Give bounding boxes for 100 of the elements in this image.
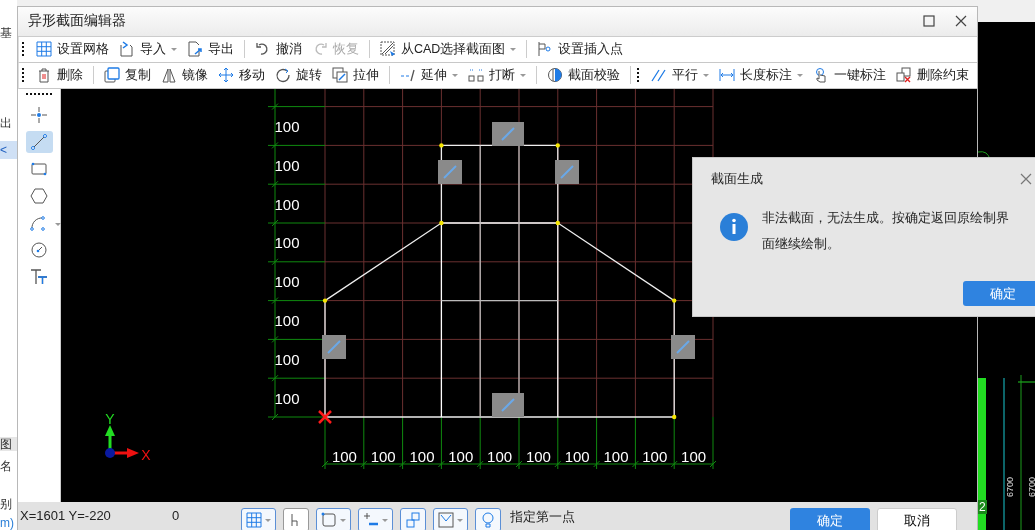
tool-button[interactable] [400,508,426,530]
dimension-label: 100 [487,447,513,465]
toolbar-button[interactable]: 镜像 [157,64,212,87]
dialog-title: 截面生成 [711,170,763,188]
tool-button[interactable] [316,508,351,530]
toolbar-button[interactable]: 旋转 [271,64,326,87]
toolbar-button[interactable]: 截面校验 [543,64,624,87]
vertex-point[interactable] [672,298,677,303]
caret-icon [797,73,803,77]
frame-check-icon [438,512,454,528]
cancel-button[interactable]: 取消 [877,508,957,530]
dimension-label: 100 [274,311,300,329]
dimension-label: 100 [331,447,357,465]
grid-icon [36,41,52,58]
caret-icon [457,518,463,522]
point-icon [30,105,48,124]
toggle-button[interactable] [283,508,309,530]
grip-handle[interactable] [637,68,641,83]
dimension-label: 100 [448,447,474,465]
hexagon-icon [30,186,48,205]
grip-handle[interactable] [22,42,26,57]
dimension-label: 100 [681,447,707,465]
constraint-marker[interactable] [322,334,346,359]
toolbar-button[interactable]: 撤消 [251,38,306,61]
vertex-point[interactable] [672,414,677,419]
info-icon [720,213,748,241]
caret-icon [382,518,388,522]
caret-icon [703,73,709,77]
vertex-point[interactable] [439,220,444,225]
toolbar-button[interactable]: 一键标注 [809,64,890,87]
plus-line-icon [363,512,379,528]
cut-off-label: 图 [0,437,17,451]
dashed-frame-icon [380,41,396,58]
parallel-lines-icon [651,67,667,84]
toolbar-button[interactable]: 从CAD选择截面图 [376,38,521,61]
toolbar-button[interactable]: 平行 [647,64,713,87]
bulb-icon [480,512,496,528]
caret-icon [510,47,517,51]
dimension-label: 100 [370,447,396,465]
tool-button[interactable] [475,508,501,530]
coordinates-text: X=1601 Y=-220 [20,508,112,523]
move-arrows-icon [218,67,234,84]
grip-handle[interactable] [26,92,52,97]
document-arrow-icon [119,41,135,58]
cut-off-label: 基 [0,26,13,40]
caret-icon [452,73,458,77]
toolbar-button[interactable]: 设置插入点 [533,38,628,61]
constraint-marker[interactable] [492,121,524,146]
stretch-icon [332,67,348,84]
toolbar-button[interactable]: 导出 [183,38,238,61]
toolbar-button[interactable]: 移动 [214,64,269,87]
dimension-label: 100 [564,447,590,465]
circle-icon [30,240,48,259]
toolbar-button[interactable]: 设置网格 [32,38,113,61]
grip-handle[interactable] [22,68,26,83]
dimension-label: 100 [274,272,300,290]
dimension-label: 100 [274,234,300,252]
dimension-label: 100 [603,447,629,465]
length-dimension-icon [719,67,735,84]
constraint-marker[interactable] [438,159,462,184]
section-outline[interactable] [324,144,675,418]
dimension-label: 6700 [1027,477,1035,497]
vertex-point[interactable] [322,298,328,303]
vertex-point[interactable] [555,142,560,148]
maximize-icon[interactable] [923,15,935,28]
ok-button[interactable]: 确定 [963,281,1035,306]
toolbar-button[interactable]: 删除约束 [892,64,973,87]
tool-button[interactable] [358,508,393,530]
close-icon[interactable] [955,15,967,28]
dimension-label: 100 [274,156,300,174]
toolbar-button[interactable]: 拉伸 [328,64,383,87]
tool-button[interactable] [433,508,468,530]
toolbar-button[interactable]: 复制 [100,64,155,87]
toolbar-button[interactable]: 导入 [115,38,181,61]
constraint-marker[interactable] [671,334,695,359]
toolbar-button[interactable]: 长度标注 [715,64,807,87]
toolbar-button[interactable]: 打断 [464,64,530,87]
half-circle-icon [547,67,563,84]
constraint-marker[interactable] [492,392,524,417]
copy-icon [104,67,120,84]
toolbar-button[interactable]: 删除 [32,64,87,87]
caret-icon [171,47,177,51]
dimension-label: 100 [525,447,551,465]
tool-button[interactable] [241,508,276,530]
line-icon [30,132,48,151]
cut-off-label: m) [0,516,15,530]
cut-off-label: 出 [0,116,13,130]
toolbar-button[interactable]: 延伸 [396,64,462,87]
extend-icon [400,67,416,84]
break-icon [468,67,484,84]
window-title: 异形截面编辑器 [28,12,126,31]
dimension-label: 100 [274,195,300,213]
constraint-marker[interactable] [555,159,579,184]
vertex-point[interactable] [555,220,560,225]
dimension-label: 100 [274,389,300,407]
cut-off-label: 名 [0,459,13,473]
ok-button[interactable]: 确定 [790,508,870,530]
vertex-point[interactable] [439,142,444,148]
axis-label: Y [105,410,115,427]
insert-point-icon [537,41,554,58]
